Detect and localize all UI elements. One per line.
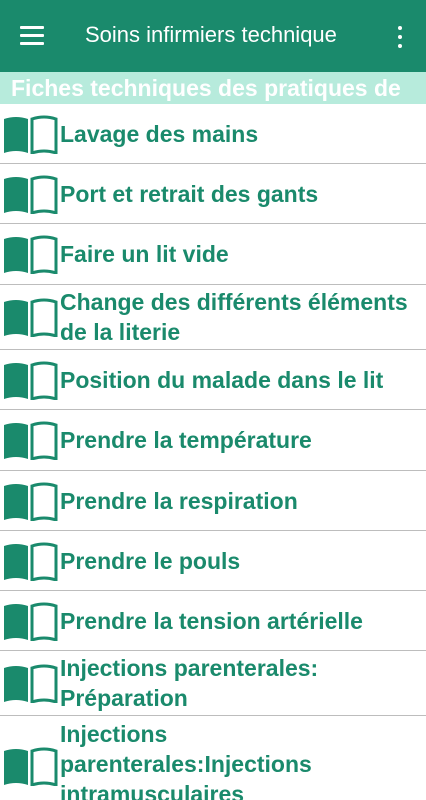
list-item-label: Position du malade dans le lit bbox=[60, 367, 384, 393]
open-book-icon bbox=[4, 602, 58, 641]
list-item-label: Lavage des mains bbox=[60, 121, 259, 147]
open-book-icon bbox=[4, 298, 58, 337]
open-book-icon bbox=[4, 115, 58, 154]
open-book-icon bbox=[4, 542, 58, 581]
open-book-icon bbox=[4, 361, 58, 400]
app-bar: Soins infirmiers technique bbox=[0, 0, 426, 72]
open-book-icon bbox=[4, 664, 58, 703]
list-item[interactable]: Prendre la respiration bbox=[0, 471, 426, 531]
open-book-icon bbox=[4, 175, 58, 214]
list-item[interactable]: Change des différents éléments de la lit… bbox=[0, 285, 426, 350]
list-item-label: Prendre la température bbox=[60, 427, 312, 453]
section-banner: Fiches techniques des pratiques de bbox=[0, 72, 426, 104]
banner-title: Fiches techniques des pratiques de bbox=[11, 75, 401, 101]
list-item[interactable]: Faire un lit vide bbox=[0, 224, 426, 285]
list-item[interactable]: Injections parenterales: Préparation bbox=[0, 651, 426, 716]
list-item-label: Prendre la tension artérielle bbox=[60, 608, 363, 634]
list-item-label: Faire un lit vide bbox=[60, 241, 229, 267]
list-item-label: Injections parenterales: Préparation bbox=[60, 655, 319, 711]
open-book-icon bbox=[4, 747, 58, 786]
list-item-label: Port et retrait des gants bbox=[60, 181, 319, 207]
list-item-label: Prendre le pouls bbox=[60, 548, 241, 574]
list-item[interactable]: Lavage des mains bbox=[0, 104, 426, 164]
list-item[interactable]: Port et retrait des gants bbox=[0, 164, 426, 224]
technique-list: Lavage des mains Port et retrait des gan… bbox=[0, 104, 426, 800]
list-item[interactable]: Prendre la température bbox=[0, 410, 426, 471]
list-item[interactable]: Prendre le pouls bbox=[0, 531, 426, 591]
list-item-label: Injections parenterales:Injections intra… bbox=[60, 721, 312, 800]
open-book-icon bbox=[4, 482, 58, 521]
open-book-icon bbox=[4, 421, 58, 460]
more-options-icon[interactable] bbox=[392, 24, 408, 50]
hamburger-menu-icon[interactable] bbox=[20, 25, 44, 47]
list-item-label: Prendre la respiration bbox=[60, 488, 298, 514]
open-book-icon bbox=[4, 235, 58, 274]
list-item[interactable]: Injections parenterales:Injections intra… bbox=[0, 716, 426, 800]
list-item[interactable]: Position du malade dans le lit bbox=[0, 350, 426, 410]
app-title: Soins infirmiers technique bbox=[85, 22, 337, 47]
list-item[interactable]: Prendre la tension artérielle bbox=[0, 591, 426, 651]
list-item-label: Change des différents éléments de la lit… bbox=[60, 289, 408, 345]
